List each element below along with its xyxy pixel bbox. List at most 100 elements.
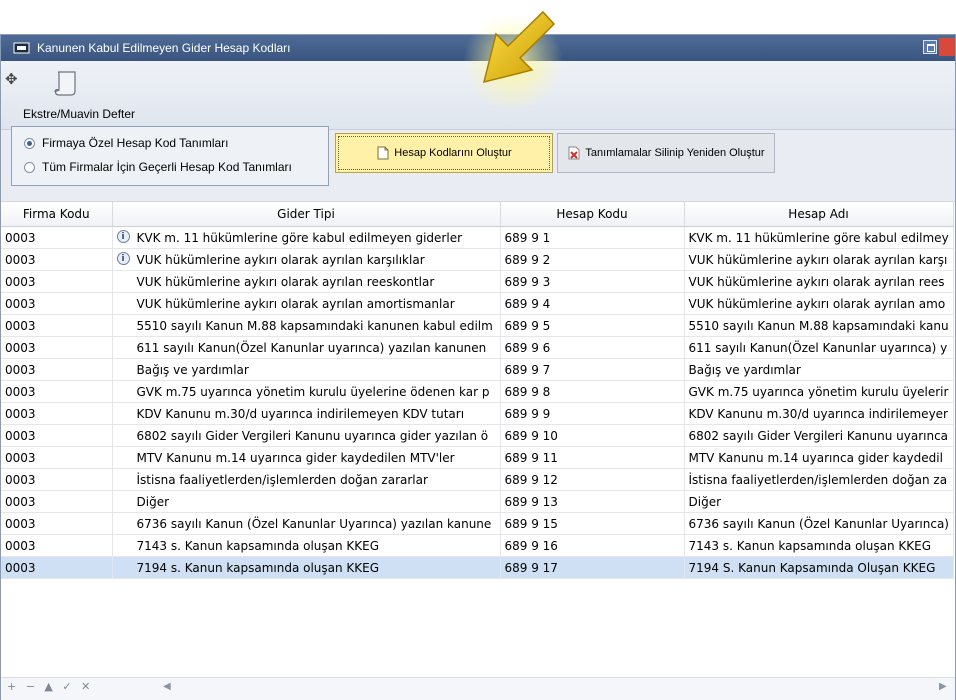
table-row[interactable]: 0003 6802 sayılı Gider Vergileri Kanunu u… <box>1 424 954 447</box>
gider-tipi-cell[interactable]: KDV Kanunu m.30/d uyarınca indirilemeyen… <box>112 402 501 425</box>
firma-kodu-cell[interactable]: 0003 <box>1 336 113 359</box>
hesap-kodu-cell[interactable]: 689 9 8 <box>500 380 685 403</box>
hesap-kodu-cell[interactable]: 689 9 9 <box>500 402 685 425</box>
table-row[interactable]: 0003 KDV Kanunu m.30/d uyarınca indirilem… <box>1 402 954 425</box>
gider-tipi-cell[interactable]: Diğer <box>112 490 501 513</box>
radio-firma-ozel[interactable]: Firmaya Özel Hesap Kod Tanımları <box>24 134 229 152</box>
column-header-hesap-kodu[interactable]: Hesap Kodu <box>500 202 685 227</box>
hesap-kodu-cell[interactable]: 689 9 15 <box>500 512 685 535</box>
gider-tipi-cell[interactable]: 7194 s. Kanun kapsamında oluşan KKEG <box>112 556 501 579</box>
hesap-adi-cell[interactable]: 7194 S. Kanun Kapsamında Oluşan KKEG <box>684 556 954 579</box>
firma-kodu-cell[interactable]: 0003 <box>1 380 113 403</box>
table-row[interactable]: 0003 5510 sayılı Kanun M.88 kapsamındaki … <box>1 314 954 337</box>
hesap-adi-cell[interactable]: MTV Kanunu m.14 uyarınca gider kaydedil <box>684 446 954 469</box>
hesap-adi-cell[interactable]: İstisna faaliyetlerden/işlemlerden doğan… <box>684 468 954 491</box>
firma-kodu-cell[interactable]: 0003 <box>1 534 113 557</box>
hesap-adi-cell[interactable]: VUK hükümlerine aykırı olarak ayrılan ka… <box>684 248 954 271</box>
scroll-left-arrow-icon[interactable]: ◀ <box>163 681 173 692</box>
table-row[interactable]: 0003 GVK m.75 uyarınca yönetim kurulu üye… <box>1 380 954 403</box>
firma-kodu-cell[interactable]: 0003 <box>1 226 113 249</box>
firma-kodu-cell[interactable]: 0003 <box>1 292 113 315</box>
table-row[interactable]: 0003 MTV Kanunu m.14 uyarınca gider kayde… <box>1 446 954 469</box>
delete-recreate-button[interactable]: Tanımlamalar Silinip Yeniden Oluştur <box>557 133 775 173</box>
gider-tipi-cell[interactable]: 6736 sayılı Kanun (Özel Kanunlar Uyarınc… <box>112 512 501 535</box>
firma-kodu-cell[interactable]: 0003 <box>1 490 113 513</box>
account-codes-grid[interactable]: Firma Kodu Gider Tipi Hesap Kodu Hesap A… <box>1 201 955 678</box>
gider-tipi-cell[interactable]: İstisna faaliyetlerden/işlemlerden doğan… <box>112 468 501 491</box>
column-header-gider-tipi[interactable]: Gider Tipi <box>112 202 501 227</box>
hesap-kodu-cell[interactable]: 689 9 7 <box>500 358 685 381</box>
hesap-adi-cell[interactable]: 611 sayılı Kanun(Özel Kanunlar uyarınca)… <box>684 336 954 359</box>
maximize-button[interactable] <box>923 40 937 54</box>
firma-kodu-cell[interactable]: 0003 <box>1 248 113 271</box>
table-row[interactable]: 0003 İstisna faaliyetlerden/işlemlerden d… <box>1 468 954 491</box>
hesap-adi-cell[interactable]: KDV Kanunu m.30/d uyarınca indirilemeyer <box>684 402 954 425</box>
table-row[interactable]: 0003 Diğer 689 9 13 Diğer <box>1 490 954 513</box>
gider-tipi-cell[interactable]: 7143 s. Kanun kapsamında oluşan KKEG <box>112 534 501 557</box>
gider-tipi-cell[interactable]: i KVK m. 11 hükümlerine göre kabul edilme… <box>112 226 501 249</box>
hesap-kodu-cell[interactable]: 689 9 10 <box>500 424 685 447</box>
create-account-codes-button[interactable]: Hesap Kodlarını Oluştur <box>335 133 553 173</box>
table-row[interactable]: 0003 VUK hükümlerine aykırı olarak ayrıla… <box>1 292 954 315</box>
hesap-kodu-cell[interactable]: 689 9 17 <box>500 556 685 579</box>
hesap-adi-cell[interactable]: 5510 sayılı Kanun M.88 kapsamındaki kanu <box>684 314 954 337</box>
table-row[interactable]: 0003 i KVK m. 11 hükümlerine göre kabul ed… <box>1 226 954 249</box>
table-row[interactable]: 0003 7143 s. Kanun kapsamında oluşan KKEG… <box>1 534 954 557</box>
hesap-kodu-cell[interactable]: 689 9 1 <box>500 226 685 249</box>
title-bar[interactable]: Kanunen Kabul Edilmeyen Gider Hesap Kodl… <box>1 35 955 61</box>
hesap-kodu-cell[interactable]: 689 9 2 <box>500 248 685 271</box>
firma-kodu-cell[interactable]: 0003 <box>1 270 113 293</box>
hesap-kodu-cell[interactable]: 689 9 3 <box>500 270 685 293</box>
table-row[interactable]: 0003 Bağış ve yardımlar 689 9 7 Bağış ve ya… <box>1 358 954 381</box>
firma-kodu-cell[interactable]: 0003 <box>1 556 113 579</box>
gider-tipi-cell[interactable]: 6802 sayılı Gider Vergileri Kanunu uyarı… <box>112 424 501 447</box>
radio-tum-firmalar[interactable]: Tüm Firmalar İçin Geçerli Hesap Kod Tanı… <box>24 158 292 176</box>
table-row[interactable]: 0003 6736 sayılı Kanun (Özel Kanunlar Uya… <box>1 512 954 535</box>
gider-tipi-cell[interactable]: GVK m.75 uyarınca yönetim kurulu üyeleri… <box>112 380 501 403</box>
hesap-adi-cell[interactable]: GVK m.75 uyarınca yönetim kurulu üyeleri… <box>684 380 954 403</box>
gider-tipi-cell[interactable]: VUK hükümlerine aykırı olarak ayrılan re… <box>112 270 501 293</box>
scroll-right-arrow-icon[interactable]: ▶ <box>939 681 949 692</box>
gider-tipi-cell[interactable]: 611 sayılı Kanun(Özel Kanunlar uyarınca)… <box>112 336 501 359</box>
table-row[interactable]: 0003 7194 s. Kanun kapsamında oluşan KKEG… <box>1 556 954 579</box>
hesap-kodu-cell[interactable]: 689 9 12 <box>500 468 685 491</box>
gider-tipi-cell[interactable]: Bağış ve yardımlar <box>112 358 501 381</box>
hesap-kodu-cell[interactable]: 689 9 11 <box>500 446 685 469</box>
hesap-adi-cell[interactable]: Bağış ve yardımlar <box>684 358 954 381</box>
firma-kodu-cell[interactable]: 0003 <box>1 424 113 447</box>
ekstre-muavin-button[interactable]: Ekstre/Muavin Defter <box>9 65 139 125</box>
hesap-adi-cell[interactable]: 6802 sayılı Gider Vergileri Kanunu uyarı… <box>684 424 954 447</box>
table-row[interactable]: 0003 i VUK hükümlerine aykırı olarak ayrıl… <box>1 248 954 271</box>
info-icon[interactable]: i <box>116 230 130 243</box>
gider-tipi-cell[interactable]: i VUK hükümlerine aykırı olarak ayrılan k… <box>112 248 501 271</box>
hesap-adi-cell[interactable]: VUK hükümlerine aykırı olarak ayrılan am… <box>684 292 954 315</box>
info-icon[interactable]: i <box>116 252 130 265</box>
hesap-kodu-cell[interactable]: 689 9 5 <box>500 314 685 337</box>
column-header-firma-kodu[interactable]: Firma Kodu <box>1 202 113 227</box>
hesap-kodu-cell[interactable]: 689 9 13 <box>500 490 685 513</box>
gider-tipi-cell[interactable]: VUK hükümlerine aykırı olarak ayrılan am… <box>112 292 501 315</box>
column-header-hesap-adi[interactable]: Hesap Adı <box>684 202 954 227</box>
firma-kodu-cell[interactable]: 0003 <box>1 314 113 337</box>
radio-indicator[interactable] <box>24 161 35 173</box>
firma-kodu-cell[interactable]: 0003 <box>1 358 113 381</box>
hesap-adi-cell[interactable]: 7143 s. Kanun kapsamında oluşan KKEG <box>684 534 954 557</box>
firma-kodu-cell[interactable]: 0003 <box>1 468 113 491</box>
radio-selected-indicator[interactable] <box>24 137 35 149</box>
firma-kodu-cell[interactable]: 0003 <box>1 512 113 535</box>
gider-tipi-cell[interactable]: MTV Kanunu m.14 uyarınca gider kaydedile… <box>112 446 501 469</box>
hesap-adi-cell[interactable]: VUK hükümlerine aykırı olarak ayrılan re… <box>684 270 954 293</box>
hesap-adi-cell[interactable]: 6736 sayılı Kanun (Özel Kanunlar Uyarınc… <box>684 512 954 535</box>
table-row[interactable]: 0003 611 sayılı Kanun(Özel Kanunlar uyarı… <box>1 336 954 359</box>
firma-kodu-cell[interactable]: 0003 <box>1 402 113 425</box>
table-row[interactable]: 0003 VUK hükümlerine aykırı olarak ayrıla… <box>1 270 954 293</box>
record-navigator[interactable]: + − ▲ ✓ ✕ <box>7 680 93 693</box>
hesap-kodu-cell[interactable]: 689 9 6 <box>500 336 685 359</box>
gider-tipi-cell[interactable]: 5510 sayılı Kanun M.88 kapsamındaki kanu… <box>112 314 501 337</box>
hesap-kodu-cell[interactable]: 689 9 4 <box>500 292 685 315</box>
hesap-adi-cell[interactable]: Diğer <box>684 490 954 513</box>
hesap-adi-cell[interactable]: KVK m. 11 hükümlerine göre kabul edilmey <box>684 226 954 249</box>
close-button[interactable] <box>939 38 955 56</box>
hesap-kodu-cell[interactable]: 689 9 16 <box>500 534 685 557</box>
firma-kodu-cell[interactable]: 0003 <box>1 446 113 469</box>
